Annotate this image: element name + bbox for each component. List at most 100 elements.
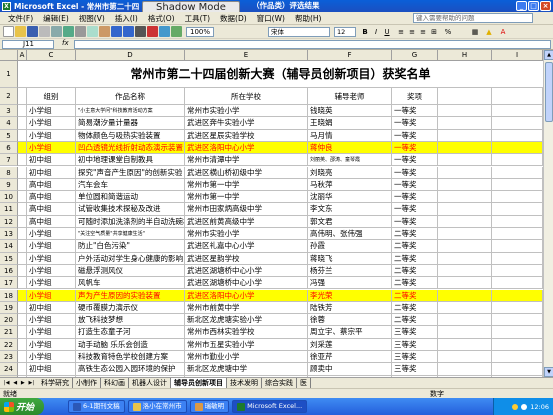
cell-award[interactable]: 一等奖: [392, 215, 438, 228]
cell-teacher[interactable]: 王晓娟: [308, 117, 392, 130]
menu-insert[interactable]: 插入(I): [110, 13, 143, 24]
cell[interactable]: [18, 252, 27, 265]
header-group[interactable]: 组别: [27, 88, 76, 105]
start-button[interactable]: 开始: [0, 398, 44, 415]
bold-button[interactable]: B: [360, 27, 370, 37]
redo-icon[interactable]: [123, 26, 134, 37]
cell-group[interactable]: 小学组: [27, 117, 76, 130]
cell-work-name[interactable]: 可随时添加洗涤剂的半自动洗碗机: [76, 215, 185, 228]
cell-teacher[interactable]: 刘晓亮: [308, 166, 392, 179]
cell-teacher[interactable]: 刘采莲: [308, 338, 392, 351]
cell-school[interactable]: 新北区龙虎塘中学: [185, 363, 308, 376]
cell[interactable]: [492, 351, 543, 364]
column-header-h[interactable]: H: [438, 50, 492, 61]
cell[interactable]: [492, 166, 543, 179]
tab-sci-fi-drawing[interactable]: 科幻画: [101, 378, 129, 388]
cell-school[interactable]: 常州市实验小学: [185, 228, 308, 241]
cell-school[interactable]: 常州市五星实验小学: [185, 338, 308, 351]
cell-group[interactable]: 小学组: [27, 252, 76, 265]
row-header[interactable]: 18: [0, 289, 18, 302]
cell[interactable]: [18, 264, 27, 278]
row-header[interactable]: 5: [0, 129, 18, 142]
cell[interactable]: [18, 141, 27, 155]
cell-work-name[interactable]: 防止"白色污染": [76, 240, 185, 253]
tab-small-making[interactable]: 小制作: [73, 378, 101, 388]
cell-teacher[interactable]: 蒋晓飞: [308, 252, 392, 265]
header-award[interactable]: 奖项: [392, 88, 438, 105]
cell-work-name[interactable]: "关注空气质量"共享健康生活": [76, 228, 185, 241]
cell-award[interactable]: 二等奖: [392, 252, 438, 265]
new-icon[interactable]: [3, 26, 14, 37]
cell[interactable]: [492, 178, 543, 192]
cell-award[interactable]: 一等奖: [392, 154, 438, 167]
cell-group[interactable]: 小学组: [27, 338, 76, 351]
cell-group[interactable]: 小学组: [27, 141, 76, 155]
cell-work-name[interactable]: 简易潮汐量计量器: [76, 117, 185, 130]
cell-work-name[interactable]: 硬币覆膜力演示仪: [76, 301, 185, 315]
next-sheet-icon[interactable]: ▶: [21, 380, 25, 386]
cell[interactable]: [492, 314, 543, 327]
cell[interactable]: [438, 215, 492, 228]
cell-award[interactable]: 三等奖: [392, 351, 438, 364]
cell-work-name[interactable]: 风帆车: [76, 277, 185, 290]
cell-school[interactable]: 新北区龙虎塘实验小学: [185, 314, 308, 327]
worksheet-grid[interactable]: A C D E F G H I 1 常州市第二十四届创新大赛（辅导员创新项目）获…: [0, 50, 543, 377]
cell[interactable]: [438, 141, 492, 155]
cell-award[interactable]: 一等奖: [392, 105, 438, 118]
cell[interactable]: [492, 277, 543, 290]
taskbar-item-app[interactable]: 瑞敏明: [189, 400, 230, 413]
cell[interactable]: [492, 141, 543, 155]
header-work-name[interactable]: 作品名称: [76, 88, 185, 105]
cell-group[interactable]: 小学组: [27, 314, 76, 327]
column-header-d[interactable]: D: [76, 50, 185, 61]
cell-group[interactable]: 初中组: [27, 154, 76, 167]
cell[interactable]: [18, 129, 27, 142]
cell-work-name[interactable]: 声为产生原因的实验装置: [76, 289, 185, 302]
cell-teacher[interactable]: 孙霞: [308, 240, 392, 253]
volume-icon[interactable]: [521, 403, 528, 410]
cell-award[interactable]: 三等奖: [392, 363, 438, 376]
font-color-icon[interactable]: A: [498, 27, 508, 37]
row-header[interactable]: 4: [0, 117, 18, 130]
copy-icon[interactable]: [87, 26, 98, 37]
cell-school[interactable]: 常州市勤业小学: [185, 351, 308, 364]
cell-teacher[interactable]: 李光荣: [308, 289, 392, 302]
cell[interactable]: [18, 117, 27, 130]
cut-icon[interactable]: [75, 26, 86, 37]
cell-teacher[interactable]: 沈丽华: [308, 191, 392, 204]
header-teacher[interactable]: 辅导老师: [308, 88, 392, 105]
cell[interactable]: [18, 154, 27, 167]
row-header[interactable]: 6: [0, 141, 18, 155]
cell-group[interactable]: 小学组: [27, 277, 76, 290]
cell-work-name[interactable]: "小主意大学问"科技教育活动方案: [76, 105, 185, 118]
cell-teacher[interactable]: 钱晓英: [308, 105, 392, 118]
align-right-icon[interactable]: ≡: [418, 27, 428, 37]
sort-icon[interactable]: [147, 26, 158, 37]
minimize-button[interactable]: _: [516, 1, 527, 11]
cell-group[interactable]: 高中组: [27, 178, 76, 192]
close-button[interactable]: ×: [540, 1, 551, 11]
row-header[interactable]: 21: [0, 326, 18, 339]
row-header[interactable]: 9: [0, 178, 18, 192]
menu-tools[interactable]: 工具(T): [180, 13, 215, 24]
row-header[interactable]: 17: [0, 277, 18, 290]
cell-school[interactable]: 常州市清潭中学: [185, 154, 308, 167]
cell[interactable]: [438, 289, 492, 302]
cell-award[interactable]: 二等奖: [392, 264, 438, 278]
align-center-icon[interactable]: ≡: [407, 27, 417, 37]
row-header[interactable]: 10: [0, 191, 18, 204]
cell[interactable]: [438, 129, 492, 142]
cell[interactable]: [18, 228, 27, 241]
row-header[interactable]: 13: [0, 228, 18, 241]
menu-data[interactable]: 数据(D): [215, 13, 252, 24]
cell-award[interactable]: 二等奖: [392, 277, 438, 290]
cell[interactable]: [438, 105, 492, 118]
formula-input[interactable]: [74, 40, 551, 49]
cell-award[interactable]: 二等奖: [392, 301, 438, 315]
cell-work-name[interactable]: 动手动脑 乐乐会创造: [76, 338, 185, 351]
cell-teacher[interactable]: 蒋仲良: [308, 141, 392, 155]
cell-award[interactable]: 二等奖: [392, 289, 438, 302]
cell[interactable]: [438, 240, 492, 253]
cell[interactable]: [492, 264, 543, 278]
underline-button[interactable]: U: [382, 27, 392, 37]
